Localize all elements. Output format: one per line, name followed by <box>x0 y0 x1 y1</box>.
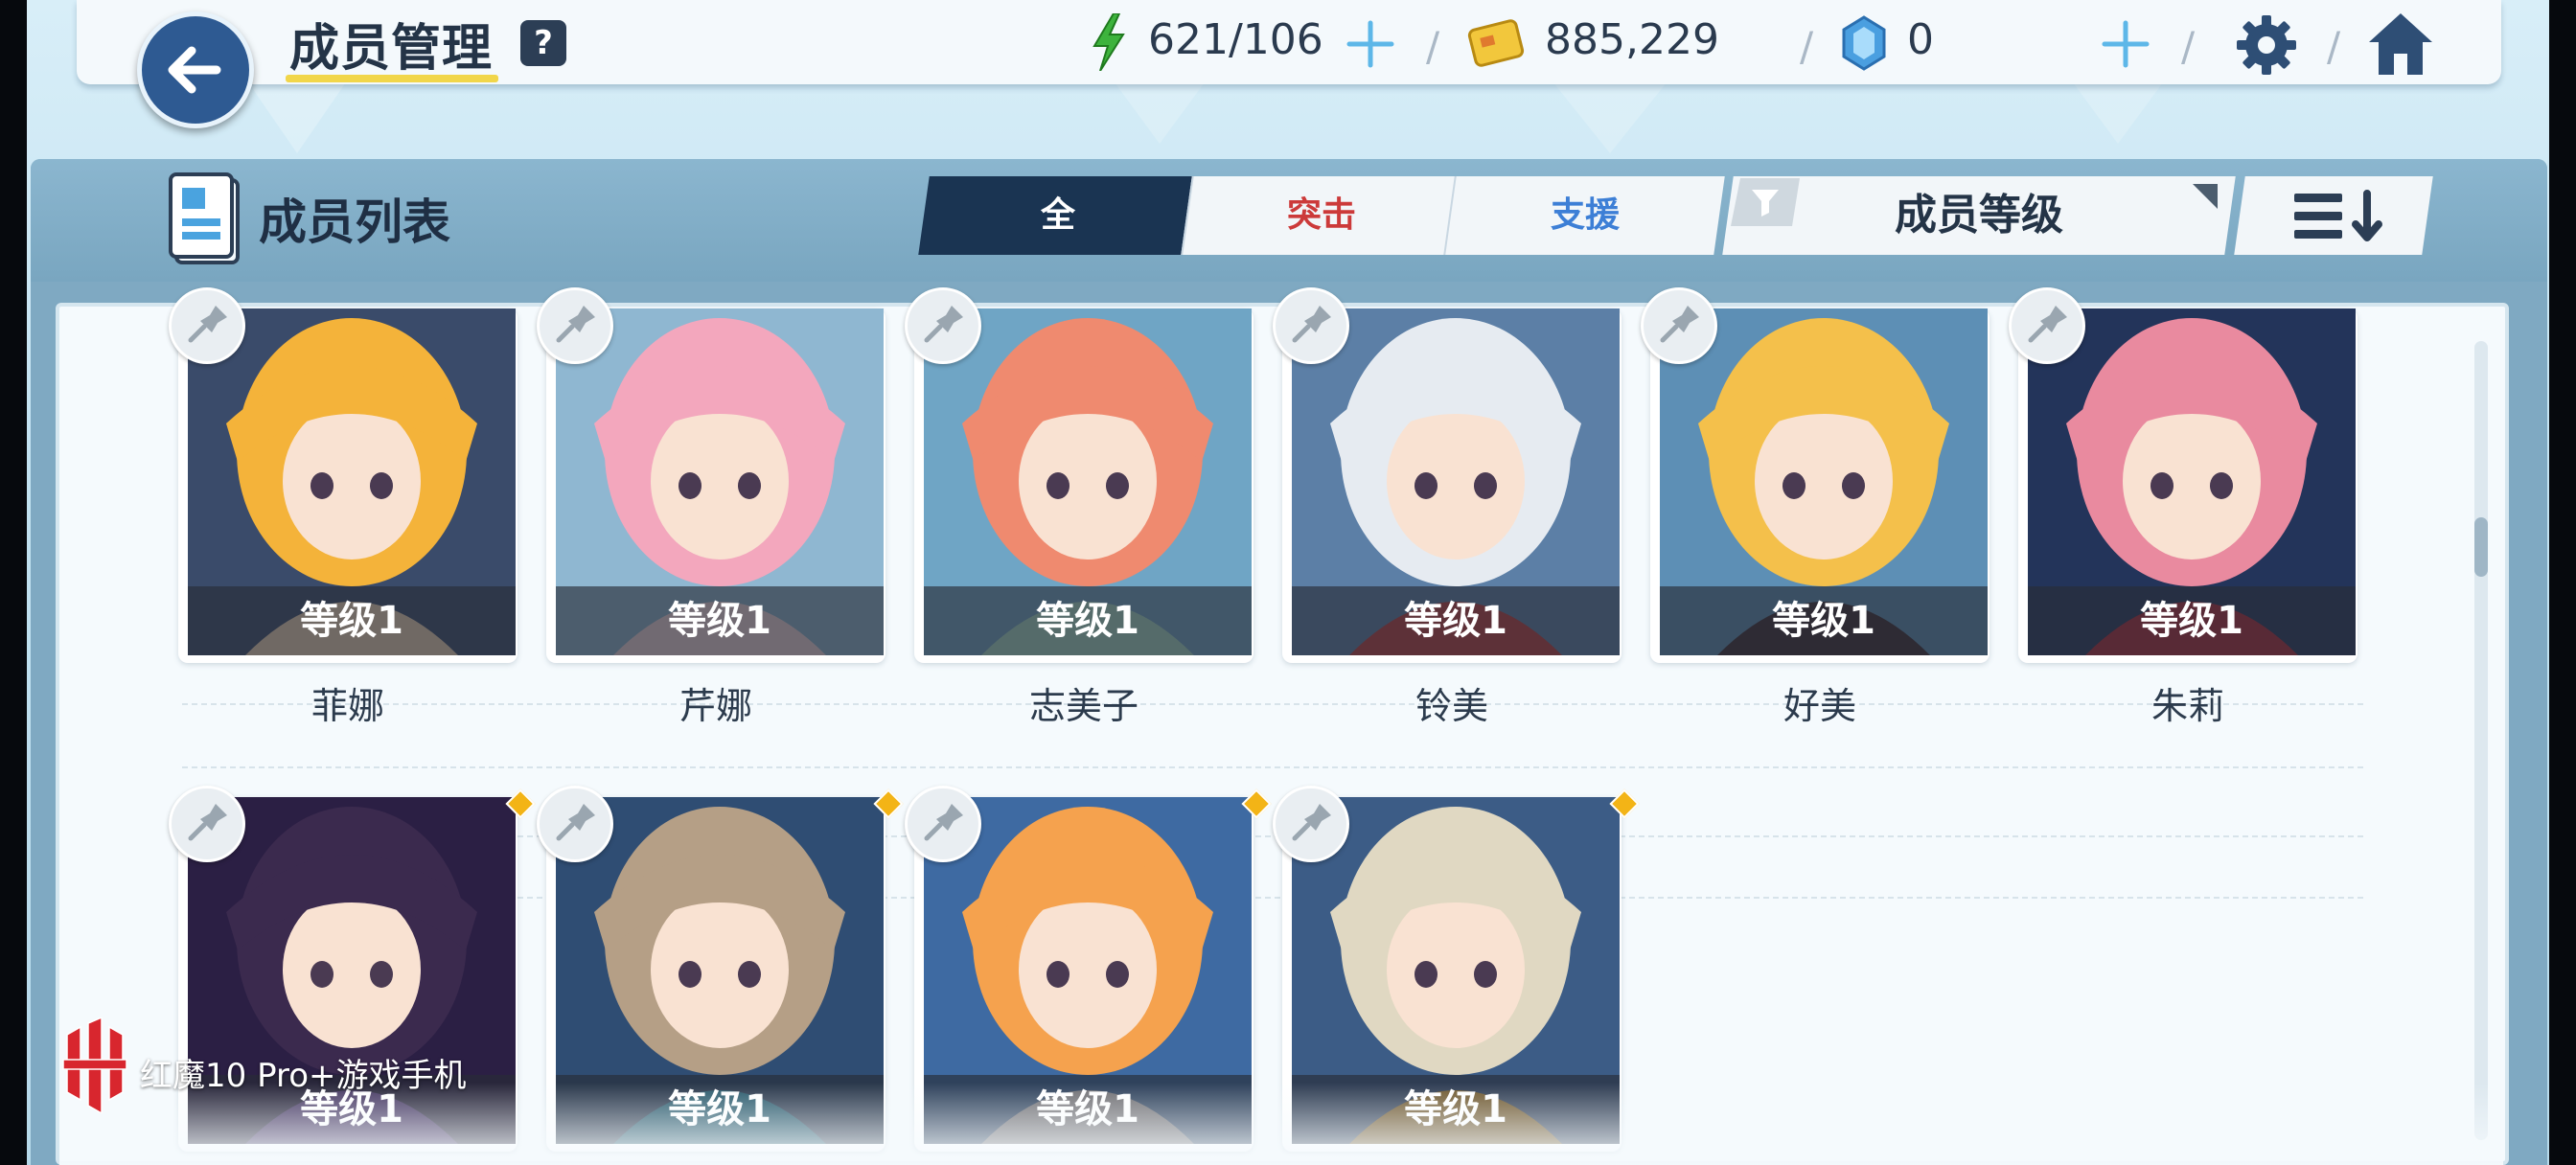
member-card-icon <box>169 172 240 264</box>
member-level: 等级1 <box>1292 1075 1620 1144</box>
credit-card-icon <box>1467 19 1525 67</box>
back-button[interactable] <box>137 11 254 128</box>
member-level: 等级1 <box>1660 586 1988 655</box>
tab-special-label: 支援 <box>1550 195 1620 235</box>
member-name: 菲娜 <box>310 685 384 727</box>
lightning-icon <box>1092 13 1125 71</box>
member-level: 等级1 <box>2028 586 2356 655</box>
member-level: 等级1 <box>556 586 884 655</box>
member-level: 等级1 <box>1292 586 1620 655</box>
tab-striker[interactable]: 突击 <box>1181 176 1460 255</box>
pin-icon <box>924 306 963 343</box>
sort-descending-icon <box>2294 190 2382 241</box>
member-name: 铃美 <box>1414 685 1488 727</box>
help-button[interactable]: ? <box>520 20 566 66</box>
pin-icon <box>1292 804 1331 841</box>
pin-button[interactable] <box>1273 786 1349 862</box>
member-name: 朱莉 <box>2150 685 2224 727</box>
pin-button[interactable] <box>169 287 245 364</box>
pin-button[interactable] <box>169 786 245 862</box>
sort-label: 成员等级 <box>1895 191 2063 240</box>
add-gems-button[interactable] <box>2099 17 2152 71</box>
tab-special[interactable]: 支援 <box>1443 176 1725 255</box>
separator: / <box>2181 23 2196 70</box>
pin-button[interactable] <box>537 287 613 364</box>
row-divider <box>182 766 2363 768</box>
pin-icon <box>188 306 227 343</box>
member-card[interactable]: 等级1 <box>546 308 886 663</box>
member-level: 等级1 <box>188 586 516 655</box>
arrow-left-icon <box>168 46 221 94</box>
add-energy-button[interactable] <box>1344 17 1397 71</box>
member-card[interactable]: 等级1 <box>178 308 518 663</box>
home-icon[interactable] <box>2365 10 2436 79</box>
member-card[interactable]: 等级1 <box>2018 308 2358 663</box>
member-name: 芹娜 <box>678 685 752 727</box>
pin-icon <box>1292 306 1331 343</box>
pin-icon <box>2028 306 2067 343</box>
screen-edge-left <box>0 0 27 1165</box>
pin-icon <box>556 804 595 841</box>
pin-button[interactable] <box>905 287 981 364</box>
tab-all-label: 全 <box>1040 195 1075 235</box>
member-card[interactable]: 等级1 <box>1282 308 1622 663</box>
separator: / <box>1800 23 1814 70</box>
energy-value: 621/106 <box>1148 15 1323 64</box>
pin-button[interactable] <box>1641 287 1717 364</box>
tab-all[interactable]: 全 <box>918 176 1198 255</box>
game-screen: 成员管理 ? 621/106 / 885,229 / 0 / / 成员列表 全 … <box>0 0 2576 1165</box>
pin-button[interactable] <box>905 786 981 862</box>
separator: / <box>2327 23 2341 70</box>
tab-striker-label: 突击 <box>1286 195 1356 235</box>
member-name: 志美子 <box>1028 685 1138 727</box>
member-card[interactable]: 等级1 <box>1650 308 1990 663</box>
screen-edge-right <box>2549 0 2576 1165</box>
pin-button[interactable] <box>2009 287 2085 364</box>
pin-button[interactable] <box>537 786 613 862</box>
pin-icon <box>1660 306 1699 343</box>
pin-icon <box>924 804 963 841</box>
title-underline <box>286 75 498 82</box>
pin-icon <box>556 306 595 343</box>
separator: / <box>1426 23 1440 70</box>
watermark-text: 红魔10 Pro+游戏手机 <box>140 1057 467 1095</box>
pin-icon <box>188 804 227 841</box>
list-title: 成员列表 <box>259 194 450 250</box>
gear-icon[interactable] <box>2235 13 2298 77</box>
pin-button[interactable] <box>1273 287 1349 364</box>
page-title: 成员管理 <box>289 20 494 78</box>
credits-value: 885,229 <box>1545 15 1719 64</box>
scrollbar-thumb[interactable] <box>2474 517 2488 577</box>
member-card[interactable]: 等级1 <box>914 308 1254 663</box>
scrollbar-track[interactable] <box>2474 341 2488 1140</box>
gem-icon <box>1842 15 1886 71</box>
member-level: 等级1 <box>924 1075 1252 1144</box>
member-level: 等级1 <box>924 586 1252 655</box>
gems-value: 0 <box>1907 15 1934 64</box>
member-level: 等级1 <box>556 1075 884 1144</box>
member-name: 好美 <box>1782 685 1856 727</box>
